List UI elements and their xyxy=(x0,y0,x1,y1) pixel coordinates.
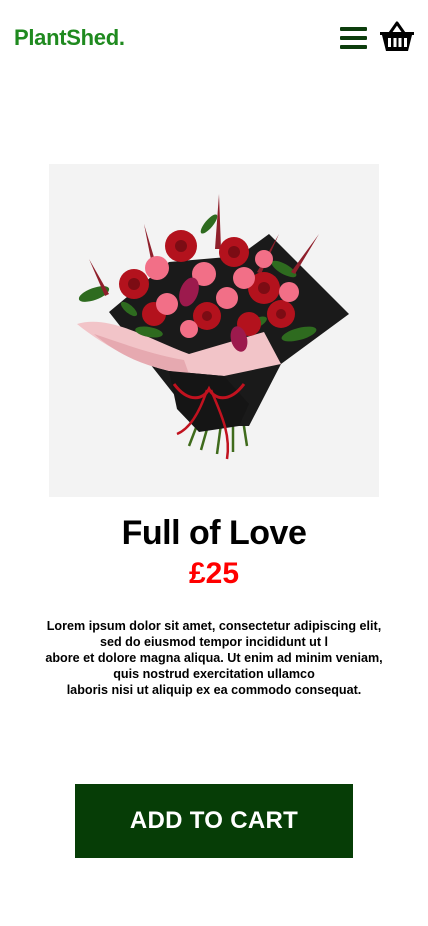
brand-logo[interactable]: PlantShed. xyxy=(14,25,125,51)
description-line: laboris nisi ut aliquip ex ea commodo co… xyxy=(66,683,362,697)
hamburger-menu-icon-bar xyxy=(340,36,367,40)
hamburger-menu-icon-bar xyxy=(340,27,367,31)
product-title: Full of Love xyxy=(121,514,307,552)
description-line: sed do eiusmod tempor incididunt ut l xyxy=(99,635,329,649)
product-description: Lorem ipsum dolor sit amet, consectetur … xyxy=(24,618,404,698)
product-image xyxy=(49,164,379,497)
product-price: £25 xyxy=(188,557,240,590)
description-line: abore et dolore magna aliqua. Ut enim ad… xyxy=(45,651,383,665)
add-to-cart-button[interactable]: ADD TO CART xyxy=(75,784,353,858)
menu-button[interactable] xyxy=(338,24,370,52)
hamburger-menu-icon-bar xyxy=(340,45,367,49)
bouquet-illustration xyxy=(77,194,349,460)
site-header: PlantShed. xyxy=(0,0,428,78)
description-line: Lorem ipsum dolor sit amet, consectetur … xyxy=(46,619,382,633)
description-line: quis nostrud exercitation ullamco xyxy=(113,667,315,681)
cart-button[interactable] xyxy=(378,20,416,54)
basket-icon xyxy=(380,21,414,51)
